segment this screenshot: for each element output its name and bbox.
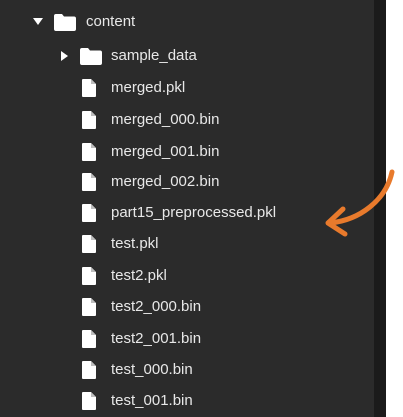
tree-row-content[interactable]: content <box>0 7 374 37</box>
tree-row-label: content <box>86 13 136 30</box>
file-icon <box>82 173 96 191</box>
tree-row-label: test2_001.bin <box>111 330 202 347</box>
folder-icon <box>54 14 76 31</box>
file-icon <box>82 111 96 129</box>
tree-row-file[interactable]: test_001.bin <box>0 386 374 416</box>
file-icon <box>82 79 96 97</box>
tree-row-file[interactable]: test2_000.bin <box>0 292 374 322</box>
tree-row-label: merged_001.bin <box>111 143 220 160</box>
chevron-right-icon[interactable] <box>58 50 70 62</box>
file-icon <box>82 361 96 379</box>
tree-row-label: sample_data <box>111 47 197 64</box>
tree-row-file[interactable]: merged.pkl <box>0 73 374 103</box>
tree-row-file[interactable]: test_000.bin <box>0 355 374 385</box>
file-icon <box>82 267 96 285</box>
tree-row-label: test2_000.bin <box>111 298 202 315</box>
annotation-arrow-icon <box>325 169 395 237</box>
file-icon <box>82 298 96 316</box>
file-icon <box>82 392 96 410</box>
file-icon <box>82 204 96 222</box>
file-icon <box>82 235 96 253</box>
tree-row-label: merged.pkl <box>111 79 186 96</box>
tree-row-file[interactable]: test2.pkl <box>0 261 374 291</box>
folder-icon <box>80 48 102 65</box>
tree-row-file[interactable]: merged_000.bin <box>0 105 374 135</box>
tree-row-sample-data[interactable]: sample_data <box>0 41 374 71</box>
tree-row-label: merged_000.bin <box>111 111 220 128</box>
tree-row-label: test_000.bin <box>111 361 193 378</box>
tree-row-label: part15_preprocessed.pkl <box>111 204 277 221</box>
file-icon <box>82 330 96 348</box>
chevron-down-icon[interactable] <box>32 16 44 28</box>
tree-row-label: test.pkl <box>111 235 159 252</box>
tree-row-label: merged_002.bin <box>111 173 220 190</box>
tree-row-label: test2.pkl <box>111 267 167 284</box>
file-icon <box>82 143 96 161</box>
tree-row-file[interactable]: test2_001.bin <box>0 324 374 354</box>
tree-row-label: test_001.bin <box>111 392 193 409</box>
